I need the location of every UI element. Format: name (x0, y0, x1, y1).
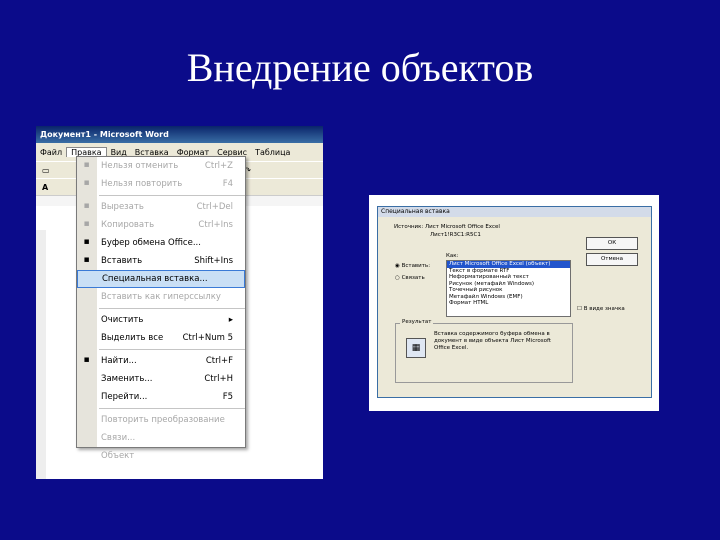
menu-6[interactable]: Таблица (251, 148, 294, 157)
link-radio[interactable]: ○ Связать (395, 275, 425, 281)
menu-item-label: Повторить преобразование (101, 415, 225, 425)
result-group: Результат ▦ Вставка содержимого буфера о… (395, 319, 573, 383)
menu-separator (99, 349, 245, 350)
link-radio-label: Связать (401, 275, 425, 281)
format-list[interactable]: Лист Microsoft Office Excel (объект) Текс… (446, 260, 571, 317)
styles-icon[interactable]: A (42, 183, 48, 192)
dialog-title: Специальная вставка (378, 207, 651, 217)
clipboard-icon: ▪ (83, 237, 90, 247)
menu-separator (99, 308, 245, 309)
menu-item-label: Выделить все (101, 333, 164, 343)
menu-item-6[interactable]: ▪ Вставить Shift+Ins (77, 252, 245, 270)
dialog-source-sub: Лист1!R3C1:R5C1 (430, 232, 481, 238)
menu-item-shortcut: Ctrl+Z (204, 161, 233, 171)
find-icon: ▪ (83, 355, 90, 365)
menu-item-label: Вставить (101, 256, 143, 266)
menu-item-label: Объект (101, 451, 135, 461)
paste-icon: ▪ (83, 255, 90, 265)
menu-item-15[interactable]: Перейти... F5 (77, 388, 245, 406)
menu-item-5[interactable]: ▪ Буфер обмена Office... (77, 234, 245, 252)
menu-item-3[interactable]: ▪ Вырезать Ctrl+Del (77, 198, 245, 216)
new-doc-icon[interactable]: ▭ (42, 166, 50, 175)
as-icon-checkbox[interactable]: ☐ В виде значка (577, 306, 625, 312)
paste-radio[interactable]: ◉ Вставить: (395, 263, 430, 269)
dialog-source: Источник: Лист Microsoft Office Excel (394, 224, 500, 230)
as-icon-label: В виде значка (583, 306, 625, 312)
menu-item-shortcut: Ctrl+Ins (198, 220, 233, 230)
menu-separator (99, 195, 245, 196)
menu-item-shortcut: F5 (222, 392, 233, 402)
paste-radio-label: Вставить: (401, 263, 431, 269)
menu-item-shortcut: Ctrl+Num 5 (182, 333, 233, 343)
paste-special-screenshot: Специальная вставка Источник: Лист Micro… (369, 195, 659, 411)
menu-item-1[interactable]: ▪ Нельзя повторить F4 (77, 175, 245, 193)
menu-item-11[interactable]: Выделить все Ctrl+Num 5 (77, 329, 245, 347)
menu-item-label: Очистить (101, 315, 144, 325)
cut-icon: ▪ (83, 201, 90, 211)
vertical-ruler (36, 230, 46, 479)
menu-item-label: Связи... (101, 433, 136, 443)
menu-item-label: Буфер обмена Office... (101, 238, 201, 248)
result-label: Результат (400, 319, 434, 325)
menu-item-10[interactable]: Очистить ▸ (77, 311, 245, 329)
menu-item-shortcut: Ctrl+H (204, 374, 233, 384)
word-title-bar: Документ1 - Microsoft Word (36, 126, 323, 143)
slide-title: Внедрение объектов (186, 45, 534, 90)
copy-icon: ▪ (83, 219, 90, 229)
redo-icon: ▪ (83, 178, 90, 188)
menu-item-label: Вставить как гиперссылку (101, 292, 221, 302)
undo-icon: ▪ (83, 160, 90, 170)
menu-item-18[interactable]: Связи... (77, 429, 245, 447)
menu-item-label: Нельзя повторить (101, 179, 183, 189)
menu-item-4[interactable]: ▪ Копировать Ctrl+Ins (77, 216, 245, 234)
menu-item-label: Найти... (101, 356, 137, 366)
as-label: Как: (446, 253, 459, 259)
result-icon: ▦ (406, 338, 426, 358)
menu-item-7[interactable]: Специальная вставка... (77, 270, 245, 288)
menu-item-label: Специальная вставка... (102, 274, 208, 284)
menu-separator (99, 408, 245, 409)
menu-item-label: Копировать (101, 220, 155, 230)
menu-item-label: Заменить... (101, 374, 153, 384)
paste-special-dialog: Специальная вставка Источник: Лист Micro… (377, 206, 652, 398)
menu-item-13[interactable]: ▪ Найти... Ctrl+F (77, 352, 245, 370)
menu-item-19[interactable]: Объект (77, 447, 245, 465)
menu-item-0[interactable]: ▪ Нельзя отменить Ctrl+Z (77, 157, 245, 175)
menu-item-shortcut: Ctrl+F (205, 356, 233, 366)
menu-item-shortcut: Ctrl+Del (196, 202, 233, 212)
menu-item-label: Вырезать (101, 202, 144, 212)
menu-item-label: Нельзя отменить (101, 161, 179, 171)
menu-item-shortcut: ▸ (228, 315, 233, 325)
menu-item-17[interactable]: Повторить преобразование (77, 411, 245, 429)
edit-menu: ▪ Нельзя отменить Ctrl+Z ▪ Нельзя повторить F… (76, 156, 246, 461)
format-item[interactable]: Формат HTML (447, 300, 570, 307)
menu-item-label: Перейти... (101, 392, 148, 402)
menu-item-14[interactable]: Заменить... Ctrl+H (77, 370, 245, 388)
menu-0[interactable]: Файл (36, 148, 66, 157)
menu-item-8[interactable]: Вставить как гиперссылку (77, 288, 245, 306)
cancel-button[interactable]: Отмена (586, 253, 638, 266)
result-text: Вставка содержимого буфера обмена в доку… (434, 331, 551, 351)
ok-button[interactable]: ОК (586, 237, 638, 250)
menu-item-shortcut: Shift+Ins (194, 256, 233, 266)
menu-item-shortcut: F4 (222, 179, 233, 189)
